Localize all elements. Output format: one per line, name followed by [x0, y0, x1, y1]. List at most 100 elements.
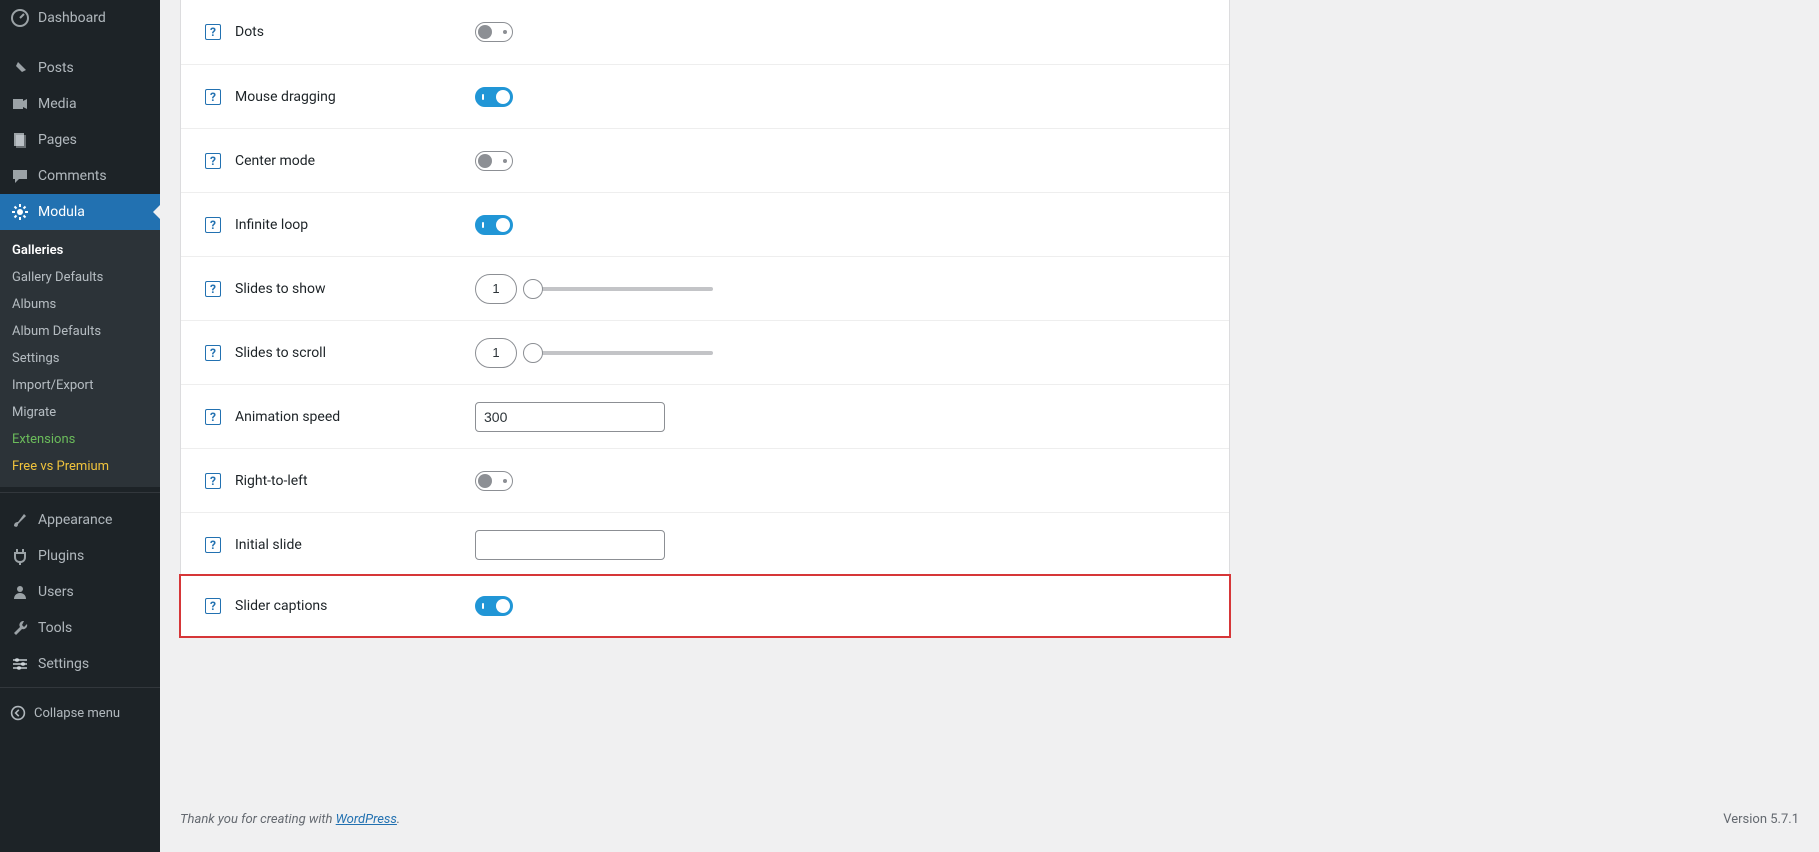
- help-icon[interactable]: ?: [205, 153, 221, 169]
- content-area: ? Dots? Mouse dragging? Center mode ?Infinit…: [160, 0, 1819, 852]
- infinite_loop-toggle[interactable]: [475, 215, 513, 235]
- setting-label: Right-to-left: [235, 473, 475, 489]
- sidebar-item-pages[interactable]: Pages: [0, 122, 160, 158]
- collapse-menu-button[interactable]: Collapse menu: [0, 697, 160, 729]
- submenu-gallery-defaults[interactable]: Gallery Defaults: [0, 264, 160, 291]
- sidebar-item-comments[interactable]: Comments: [0, 158, 160, 194]
- admin-footer: Thank you for creating with WordPress. V…: [160, 802, 1819, 852]
- sliders-icon: [10, 654, 30, 674]
- slides_to_show-slider[interactable]: [533, 287, 713, 291]
- slides_to_scroll-value-input[interactable]: [475, 338, 517, 368]
- slides_to_scroll-slider[interactable]: [533, 351, 713, 355]
- submenu-import-export[interactable]: Import/Export: [0, 372, 160, 399]
- submenu-migrate[interactable]: Migrate: [0, 399, 160, 426]
- modula-icon: [10, 202, 30, 222]
- setting-row-slides_to_show: ? Slides to show: [181, 256, 1229, 320]
- setting-control: [475, 471, 1205, 491]
- sidebar-item-dashboard[interactable]: Dashboard: [0, 0, 160, 36]
- pin-icon: [10, 58, 30, 78]
- sidebar-label: Plugins: [38, 548, 84, 564]
- version-label: Version 5.7.1: [1723, 812, 1799, 827]
- help-icon[interactable]: ?: [205, 598, 221, 614]
- sidebar-label: Settings: [38, 656, 89, 672]
- admin-sidebar: Dashboard Posts Media Pages Comments Mod…: [0, 0, 160, 852]
- setting-label: Slides to scroll: [235, 345, 475, 361]
- footer-thanks: Thank you for creating with WordPress.: [180, 812, 400, 827]
- pages-icon: [10, 130, 30, 150]
- submenu-album-defaults[interactable]: Album Defaults: [0, 318, 160, 345]
- footer-suffix: .: [397, 812, 400, 827]
- sidebar-separator: [0, 687, 160, 692]
- setting-row-animation_speed: ?Animation speed: [181, 384, 1229, 448]
- sidebar-item-settings[interactable]: Settings: [0, 646, 160, 682]
- setting-row-dots: ? Dots: [181, 0, 1229, 64]
- sidebar-item-users[interactable]: Users: [0, 574, 160, 610]
- setting-control: [475, 402, 1205, 432]
- wrench-icon: [10, 618, 30, 638]
- submenu-extensions[interactable]: Extensions: [0, 426, 160, 453]
- sidebar-label: Modula: [38, 204, 85, 220]
- sidebar-label: Comments: [38, 168, 107, 184]
- setting-label: Dots: [235, 24, 475, 40]
- help-icon[interactable]: ?: [205, 217, 221, 233]
- sidebar-separator: [0, 492, 160, 497]
- collapse-icon: [10, 705, 26, 721]
- setting-label: Initial slide: [235, 537, 475, 553]
- settings-panel: ? Dots? Mouse dragging? Center mode ?Infinit…: [180, 0, 1230, 637]
- sidebar-item-plugins[interactable]: Plugins: [0, 538, 160, 574]
- sidebar-item-posts[interactable]: Posts: [0, 50, 160, 86]
- comment-icon: [10, 166, 30, 186]
- help-icon[interactable]: ?: [205, 281, 221, 297]
- submenu-settings[interactable]: Settings: [0, 345, 160, 372]
- setting-row-slides_to_scroll: ? Slides to scroll: [181, 320, 1229, 384]
- brush-icon: [10, 510, 30, 530]
- setting-control: [475, 596, 1205, 616]
- setting-label: Slides to show: [235, 281, 475, 297]
- help-icon[interactable]: ?: [205, 89, 221, 105]
- setting-row-slider_captions: ? Slider captions: [179, 574, 1231, 638]
- sidebar-label: Posts: [38, 60, 74, 76]
- sidebar-label: Tools: [38, 620, 72, 636]
- right_to_left-toggle[interactable]: [475, 471, 513, 491]
- help-icon[interactable]: ?: [205, 345, 221, 361]
- modula-submenu: Galleries Gallery Defaults Albums Album …: [0, 230, 160, 487]
- sidebar-label: Users: [38, 584, 74, 600]
- plug-icon: [10, 546, 30, 566]
- setting-control: [475, 274, 1205, 304]
- help-icon[interactable]: ?: [205, 409, 221, 425]
- submenu-galleries[interactable]: Galleries: [0, 237, 160, 264]
- help-icon[interactable]: ?: [205, 473, 221, 489]
- user-icon: [10, 582, 30, 602]
- setting-control: [475, 215, 1205, 235]
- setting-label: Mouse dragging: [235, 89, 475, 105]
- sidebar-item-media[interactable]: Media: [0, 86, 160, 122]
- media-icon: [10, 94, 30, 114]
- wordpress-link[interactable]: WordPress: [336, 812, 397, 827]
- animation_speed-input[interactable]: [475, 402, 665, 432]
- mouse_dragging-toggle[interactable]: [475, 87, 513, 107]
- setting-control: [475, 87, 1205, 107]
- help-icon[interactable]: ?: [205, 24, 221, 40]
- setting-control: [475, 151, 1205, 171]
- setting-control: [475, 338, 1205, 368]
- setting-row-infinite_loop: ?Infinite loop: [181, 192, 1229, 256]
- slides_to_show-value-input[interactable]: [475, 274, 517, 304]
- center_mode-toggle[interactable]: [475, 151, 513, 171]
- dots-toggle[interactable]: [475, 22, 513, 42]
- sidebar-item-appearance[interactable]: Appearance: [0, 502, 160, 538]
- initial_slide-input[interactable]: [475, 530, 665, 560]
- sidebar-item-tools[interactable]: Tools: [0, 610, 160, 646]
- sidebar-item-modula[interactable]: Modula: [0, 194, 160, 230]
- setting-row-initial_slide: ? Initial slide: [181, 512, 1229, 576]
- submenu-albums[interactable]: Albums: [0, 291, 160, 318]
- sidebar-label: Pages: [38, 132, 77, 148]
- collapse-label: Collapse menu: [34, 706, 120, 721]
- setting-label: Slider captions: [235, 598, 475, 614]
- setting-control: [475, 530, 1205, 560]
- dashboard-icon: [10, 8, 30, 28]
- help-icon[interactable]: ?: [205, 537, 221, 553]
- setting-label: Center mode: [235, 153, 475, 169]
- slider_captions-toggle[interactable]: [475, 596, 513, 616]
- setting-control: [475, 22, 1205, 42]
- submenu-free-vs-premium[interactable]: Free vs Premium: [0, 453, 160, 480]
